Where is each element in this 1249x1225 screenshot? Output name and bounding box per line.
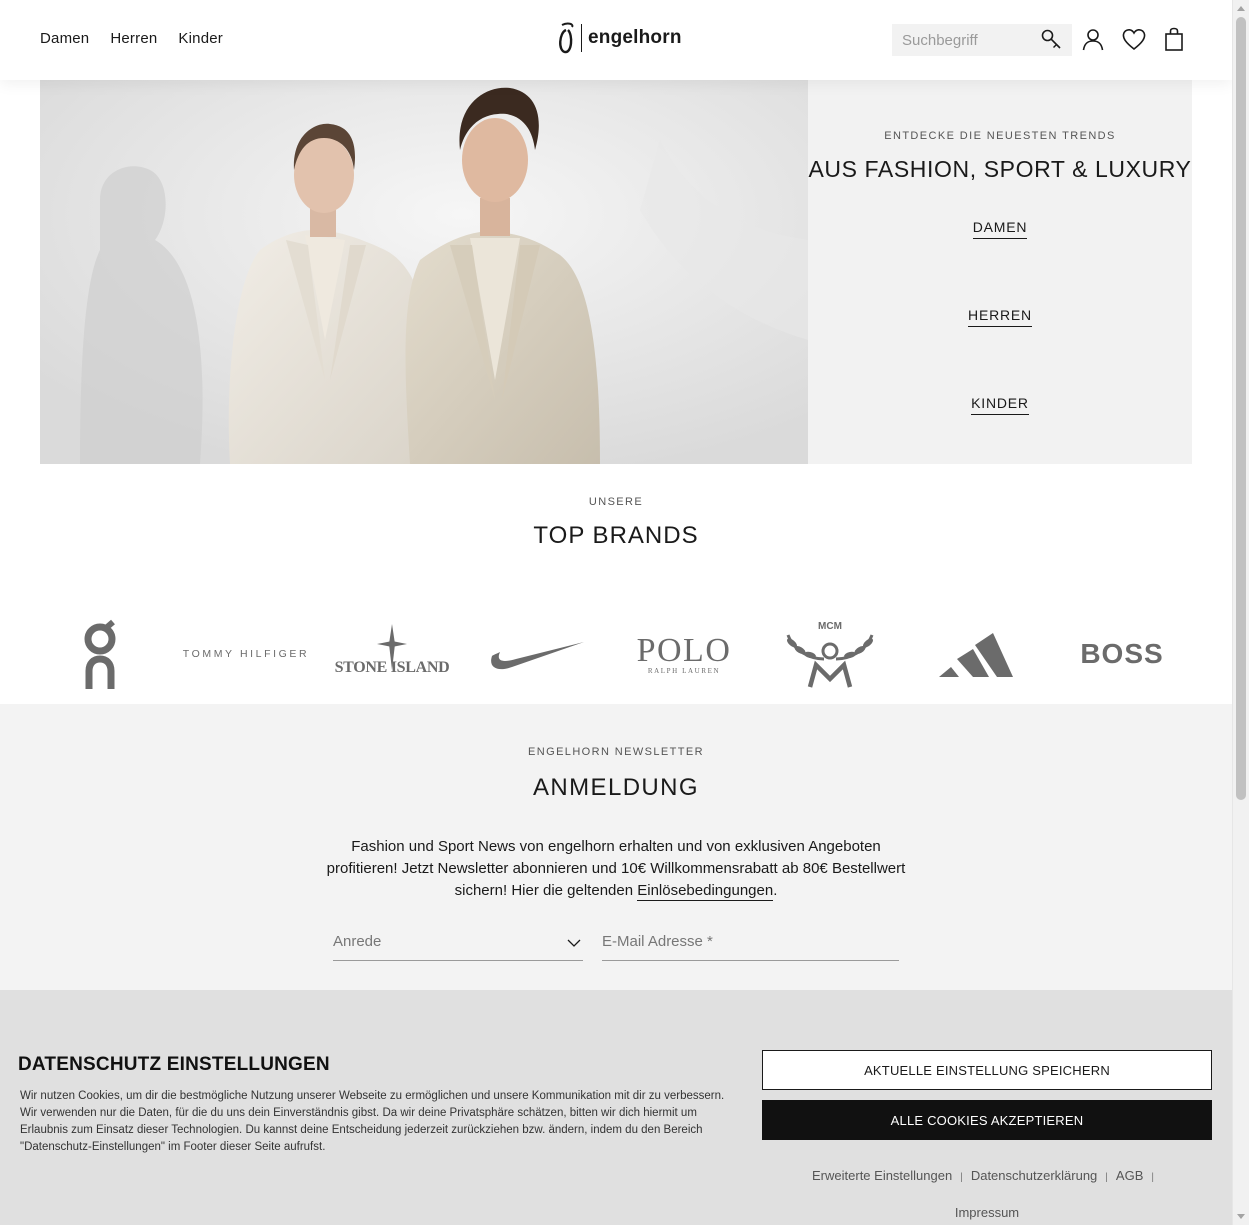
link-separator: |: [1151, 1172, 1154, 1183]
stone-island-logo-text: STONE ISLAND: [334, 659, 450, 676]
scroll-down-arrow-icon[interactable]: [1237, 1214, 1245, 1219]
privacy-policy-link[interactable]: Datenschutzerklärung: [971, 1168, 1097, 1183]
cookie-links: Erweiterte Einstellungen | Datenschutzerkl…: [762, 1158, 1212, 1225]
newsletter-description: Fashion und Sport News von engelhorn erh…: [326, 836, 906, 902]
brand-boss[interactable]: BOSS: [1052, 616, 1192, 692]
email-field[interactable]: E-Mail Adresse *: [602, 933, 899, 961]
brand-logo-row: TOMMY HILFIGER STONE ISLAND POLO RALPH L…: [30, 616, 1202, 692]
hero-link-damen-label[interactable]: DAMEN: [972, 219, 1028, 239]
main-nav: Damen Herren Kinder: [40, 30, 223, 47]
nike-swoosh-icon: [491, 642, 584, 670]
newsletter-title: ANMELDUNG: [533, 774, 699, 801]
adidas-stripes-icon: [939, 633, 1013, 677]
nav-link-damen[interactable]: Damen: [40, 30, 89, 47]
shopping-bag-icon[interactable]: [1161, 26, 1189, 54]
hero-link-kinder-label[interactable]: KINDER: [971, 395, 1029, 415]
brand-tommy-hilfiger[interactable]: TOMMY HILFIGER: [176, 616, 316, 692]
brand-mcm[interactable]: MCM: [760, 616, 900, 692]
save-settings-button[interactable]: AKTUELLE EINSTELLUNG SPEICHERN: [762, 1050, 1212, 1090]
brand-stone-island[interactable]: STONE ISLAND: [322, 616, 462, 692]
advanced-settings-link[interactable]: Erweiterte Einstellungen: [812, 1168, 952, 1183]
brand-adidas[interactable]: [906, 616, 1046, 692]
wishlist-heart-icon[interactable]: [1121, 26, 1149, 54]
search-icon[interactable]: [1040, 28, 1064, 52]
scrollbar-thumb[interactable]: [1236, 17, 1246, 800]
hero-photo-illustration: [40, 80, 808, 464]
link-separator: |: [1105, 1172, 1108, 1183]
logo-divider: [581, 24, 582, 52]
hero-eyebrow: ENTDECKE DIE NEUESTEN TRENDS: [884, 130, 1116, 142]
scroll-up-arrow-icon[interactable]: [1237, 6, 1245, 11]
polo-logo: POLO RALPH LAUREN: [636, 631, 732, 675]
link-separator: |: [960, 1172, 963, 1183]
chevron-down-icon: [567, 939, 581, 947]
mcm-laurel-icon: [786, 634, 874, 688]
page: Damen Herren Kinder engelhorn Suchbegrif…: [0, 0, 1232, 1225]
salutation-select[interactable]: Anrede: [333, 933, 583, 961]
hero-image[interactable]: [40, 80, 808, 464]
on-logo-icon: [84, 619, 116, 689]
hero-link-herren[interactable]: HERREN: [808, 307, 1192, 327]
newsletter-eyebrow: ENGELHORN NEWSLETTER: [528, 746, 704, 758]
hero-link-herren-label[interactable]: HERREN: [968, 307, 1032, 327]
accept-all-cookies-button[interactable]: ALLE COOKIES AKZEPTIEREN: [762, 1100, 1212, 1140]
brand-nike[interactable]: [468, 616, 608, 692]
polo-logo-text: POLO: [636, 631, 732, 669]
newsletter-text-end: .: [773, 882, 778, 899]
hero-title: AUS FASHION, SPORT & LUXURY: [808, 156, 1192, 182]
top-brands-eyebrow: UNSERE: [588, 496, 644, 508]
cookie-title: DATENSCHUTZ EINSTELLUNGEN: [18, 1054, 330, 1075]
polo-logo-subtext: RALPH LAUREN: [647, 666, 721, 675]
impressum-link[interactable]: Impressum: [955, 1205, 1019, 1220]
nav-link-herren[interactable]: Herren: [110, 30, 157, 47]
agb-link[interactable]: AGB: [1116, 1168, 1143, 1183]
logo-wordmark: engelhorn: [588, 27, 682, 48]
page-scrollbar[interactable]: [1232, 0, 1249, 1225]
salutation-placeholder: Anrede: [333, 933, 382, 950]
email-placeholder: E-Mail Adresse *: [602, 933, 713, 950]
account-icon[interactable]: [1080, 26, 1108, 54]
newsletter-text: Fashion und Sport News von engelhorn erh…: [326, 838, 906, 899]
stone-island-logo: STONE ISLAND: [332, 624, 452, 684]
site-header: Damen Herren Kinder engelhorn: [0, 0, 1232, 80]
search-input[interactable]: [892, 24, 1032, 56]
hero-link-kinder[interactable]: KINDER: [808, 395, 1192, 415]
hero-link-damen[interactable]: DAMEN: [808, 219, 1192, 239]
nav-link-kinder[interactable]: Kinder: [178, 30, 223, 47]
brand-on[interactable]: [30, 616, 170, 692]
boss-logo-text: BOSS: [1080, 638, 1164, 669]
logo-mark-icon: [559, 22, 574, 54]
cookie-text: Wir nutzen Cookies, um dir die bestmögli…: [20, 1090, 725, 1153]
conditions-link[interactable]: Einlösebedingungen: [637, 882, 774, 901]
hero-panel: ENTDECKE DIE NEUESTEN TRENDS AUS FASHION…: [808, 80, 1192, 464]
top-brands-title: TOP BRANDS: [533, 522, 699, 549]
search-box: [892, 24, 1072, 56]
newsletter-section: ENGELHORN NEWSLETTER ANMELDUNG Fashion u…: [0, 704, 1232, 1004]
engelhorn-logo[interactable]: engelhorn: [556, 20, 682, 56]
brand-polo-ralph-lauren[interactable]: POLO RALPH LAUREN: [614, 616, 754, 692]
tommy-hilfiger-logo-text: TOMMY HILFIGER: [182, 648, 310, 660]
cookie-consent-banner: DATENSCHUTZ EINSTELLUNGEN Wir nutzen Coo…: [0, 990, 1232, 1225]
hero-banner: ENTDECKE DIE NEUESTEN TRENDS AUS FASHION…: [40, 80, 1192, 464]
mcm-logo: MCM: [780, 619, 880, 689]
